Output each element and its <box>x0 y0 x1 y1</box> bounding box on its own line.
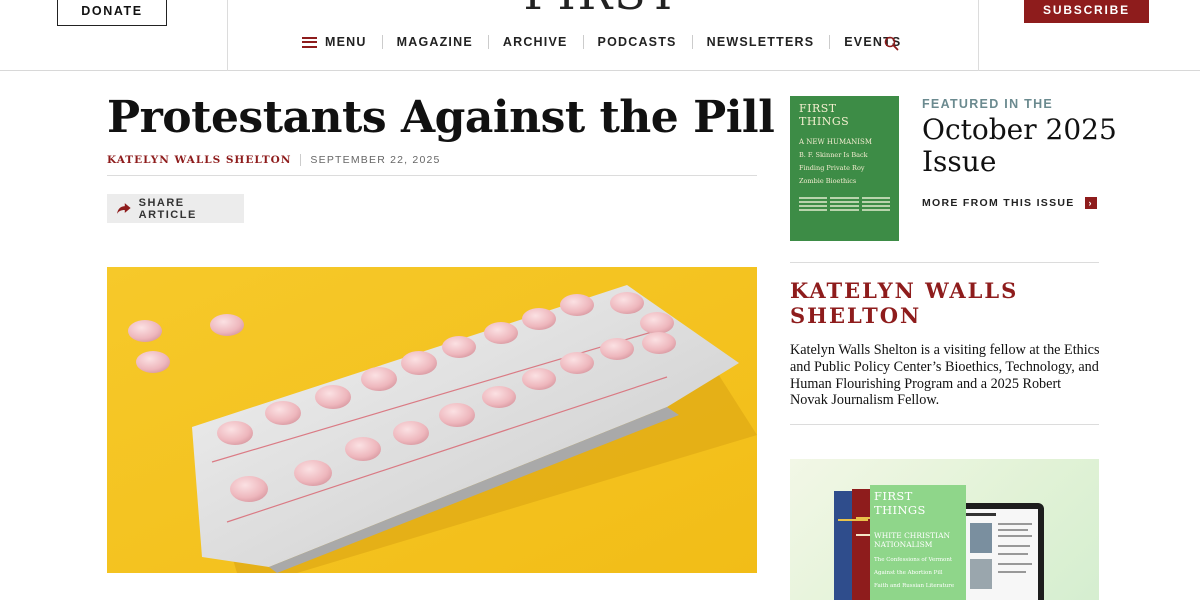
nav-item-events[interactable]: EVENTS <box>829 33 916 51</box>
byline: KATELYN WALLS SHELTON SEPTEMBER 22, 2025 <box>107 154 441 166</box>
sidebar-divider <box>790 262 1099 263</box>
site-logo[interactable]: FIRST THINGS <box>412 0 792 15</box>
nav-item-podcasts[interactable]: PODCASTS <box>582 33 692 51</box>
cover-line: Finding Private Roy <box>799 164 865 172</box>
author-link[interactable]: KATELYN WALLS SHELTON <box>107 154 291 166</box>
promo-cover-line: Against the Abortion Pill <box>874 570 943 576</box>
header-divider-right <box>978 0 979 71</box>
more-from-issue-label: MORE FROM THIS ISSUE <box>922 197 1075 209</box>
cover-title: FIRST THINGS <box>799 102 850 128</box>
nav-menu-button[interactable]: MENU <box>302 33 382 51</box>
chevron-right-icon: › <box>1084 197 1097 209</box>
nav-item-magazine[interactable]: MAGAZINE <box>381 33 488 51</box>
article-title: Protestants Against the Pill <box>107 92 775 143</box>
hero-image <box>107 267 757 573</box>
promo-cover-line: The Confessions of Vermont <box>874 557 953 563</box>
cover-line: Zombie Bioethics <box>799 177 857 185</box>
hamburger-icon <box>302 36 317 48</box>
promo-cover-text: FIRST THINGS WHITE CHRISTIAN NATIONALISM… <box>874 489 964 589</box>
featured-label: FEATURED IN THE <box>922 97 1054 111</box>
cover-line: B. F. Skinner Is Back <box>799 151 868 159</box>
magazine-cover[interactable]: FIRST THINGS A NEW HUMANISM B. F. Skinne… <box>790 96 899 241</box>
cover-headline: A NEW HUMANISM <box>799 138 873 146</box>
sidebar-divider <box>790 424 1099 425</box>
share-article-button[interactable]: SHARE ARTICLE <box>107 194 244 223</box>
issue-name-link[interactable]: October 2025 Issue <box>922 114 1122 178</box>
nav-menu-label: MENU <box>325 35 367 49</box>
author-bio: Katelyn Walls Shelton is a visiting fell… <box>790 342 1100 409</box>
subscribe-button[interactable]: SUBSCRIBE <box>1024 0 1149 23</box>
promo-cover-line: Faith and Russian Literature <box>874 583 955 589</box>
promo-cover-title: FIRST THINGS <box>874 489 926 517</box>
subscription-promo-image[interactable]: FIRST THINGS WHITE CHRISTIAN NATIONALISM… <box>790 459 1099 600</box>
byline-divider-rule <box>107 175 757 176</box>
promo-cover-headline: WHITE CHRISTIAN NATIONALISM <box>874 531 951 549</box>
main-nav: MENU MAGAZINE ARCHIVE PODCASTS NEWSLETTE… <box>302 33 916 51</box>
nav-item-archive[interactable]: ARCHIVE <box>487 33 583 51</box>
nav-item-newsletters[interactable]: NEWSLETTERS <box>691 33 830 51</box>
search-icon[interactable] <box>884 36 899 51</box>
publish-date: SEPTEMBER 22, 2025 <box>310 154 441 166</box>
cover-contents-grid <box>799 197 890 211</box>
site-header: DONATE FIRST THINGS SUBSCRIBE MENU MAGAZ… <box>0 0 1200 71</box>
donate-button[interactable]: DONATE <box>57 0 167 26</box>
more-from-issue-link[interactable]: MORE FROM THIS ISSUE › <box>922 197 1097 209</box>
byline-divider <box>300 154 302 166</box>
birth-control-pill-photo <box>107 267 757 573</box>
share-arrow-icon <box>117 203 131 214</box>
author-name-heading[interactable]: KATELYN WALLS SHELTON <box>790 278 1100 328</box>
share-article-label: SHARE ARTICLE <box>138 196 197 221</box>
header-divider-left <box>227 0 228 71</box>
